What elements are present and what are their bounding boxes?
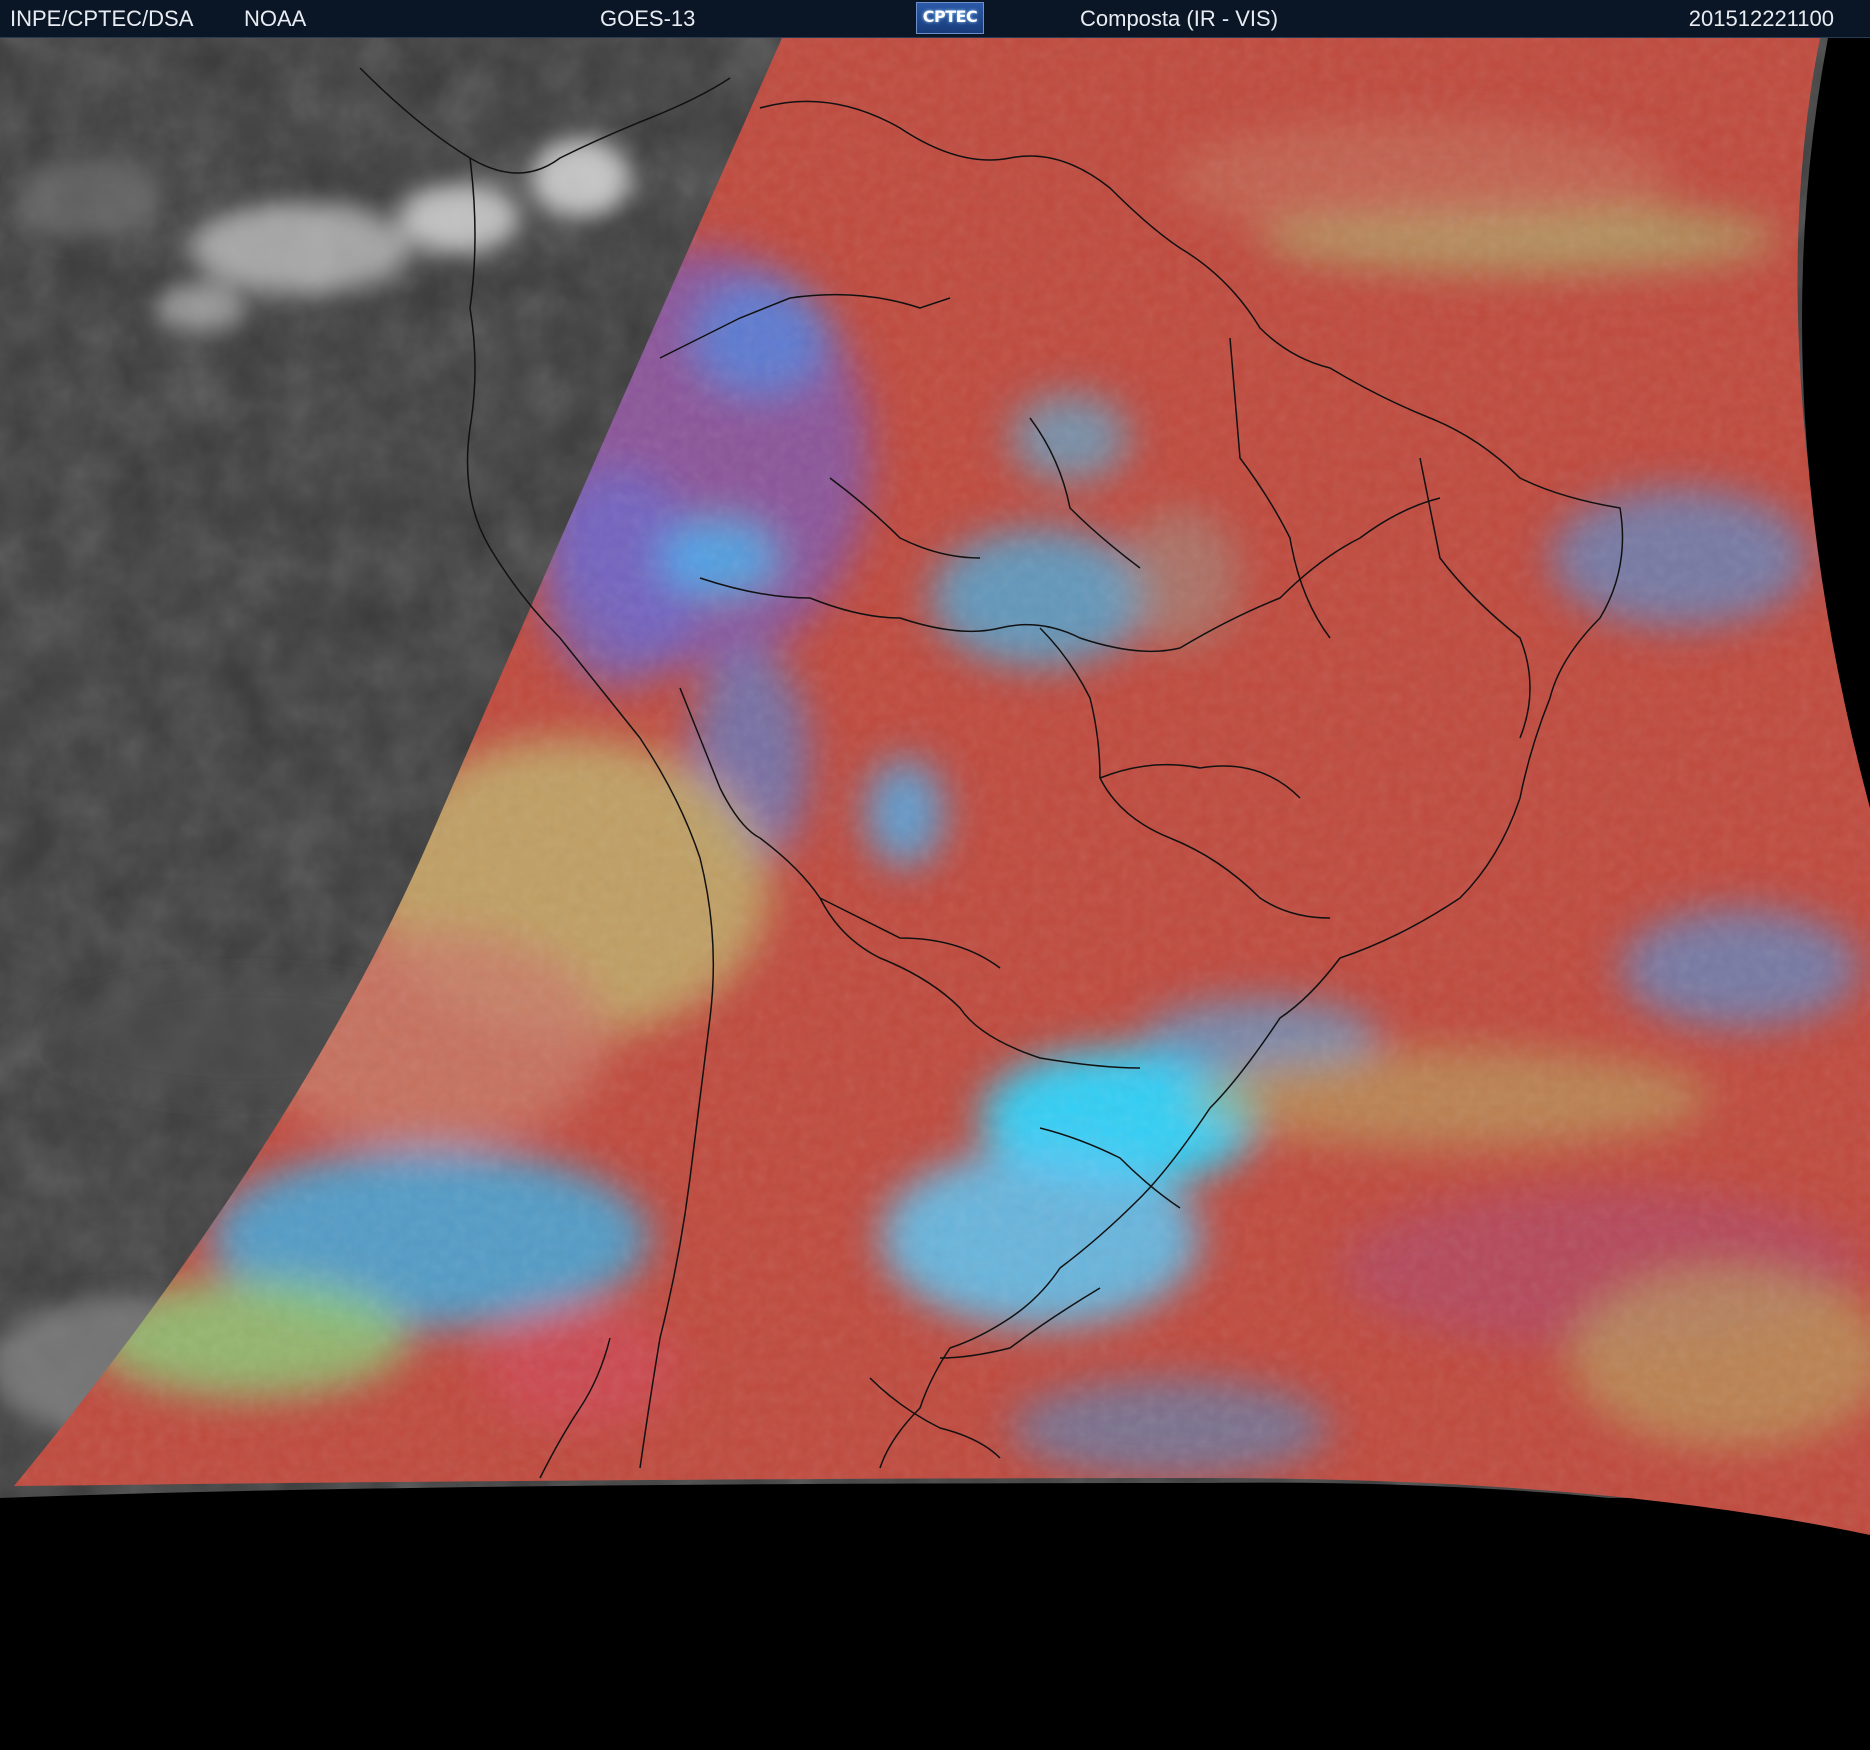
cptec-logo: CPTEC [916,2,984,34]
header-bar: INPE/CPTEC/DSA NOAA GOES-13 CPTEC Compos… [0,0,1870,38]
logo-text: CPTEC [922,7,978,26]
satellite-image [0,38,1870,1750]
org-label: INPE/CPTEC/DSA [10,6,194,31]
product-label: Composta (IR - VIS) [1080,6,1279,31]
satellite-map [0,38,1870,1750]
satellite-label: GOES-13 [600,6,696,31]
agency-label: NOAA [244,6,307,31]
space-bottom [0,1482,1870,1750]
timestamp-label: 201512221100 [1688,6,1834,31]
